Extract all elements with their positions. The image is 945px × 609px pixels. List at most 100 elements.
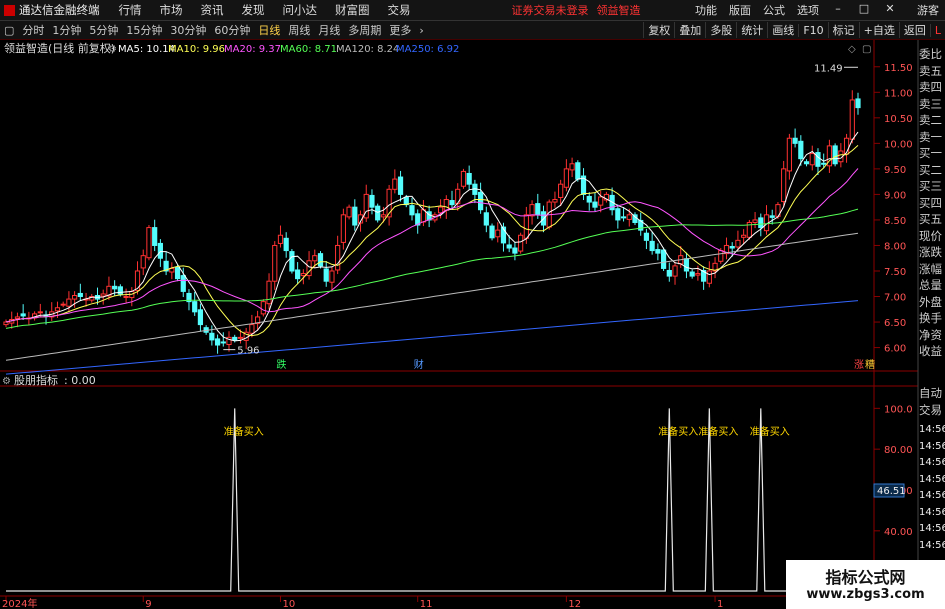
sub-settings-gear-icon[interactable]: ⚙	[2, 376, 11, 387]
sidebar-toggle-icon[interactable]: ▢	[4, 24, 14, 37]
tf-more[interactable]: 更多	[389, 22, 411, 38]
quote-side-item[interactable]: 现价	[919, 228, 945, 244]
trade-time: 14:56	[919, 424, 945, 435]
right-menu: 功能 版面 公式 选项 – □ ✕ 游客	[689, 2, 945, 18]
event-marker-fall[interactable]: 跌	[276, 358, 286, 371]
f10-button[interactable]: F10	[798, 23, 827, 37]
chart-area[interactable]: 领益智造(日线 前复权) ⚙ MA5: 10.14MA10: 9.96MA20:…	[0, 40, 945, 609]
x-tick-label: 10	[282, 599, 295, 609]
minimize-icon[interactable]: –	[831, 2, 845, 18]
candle-body	[569, 163, 575, 171]
user-label[interactable]: 游客	[917, 2, 939, 18]
overlay-button[interactable]: 叠加	[674, 22, 705, 38]
candle-body	[689, 271, 695, 277]
quote-side-item[interactable]: 卖二	[919, 112, 945, 128]
candle-body	[855, 98, 861, 109]
add-watchlist-button[interactable]: +自选	[858, 22, 899, 38]
maximize-icon[interactable]: □	[857, 2, 871, 18]
quote-side-item[interactable]: 外盘	[919, 294, 945, 310]
candle-body	[214, 338, 221, 346]
candle-body	[66, 298, 72, 307]
candle-body	[157, 242, 163, 259]
quote-side-item[interactable]: 买二	[919, 162, 945, 178]
menu-layout[interactable]: 版面	[729, 2, 751, 18]
watermark-url: www.zbgs3.com	[806, 587, 925, 602]
menu-item-sector[interactable]: 市场	[160, 2, 183, 18]
quote-side-item[interactable]: 卖三	[919, 96, 945, 112]
sub-indicator-value: : 0.00	[64, 374, 96, 387]
tf-daily[interactable]: 日线	[258, 22, 280, 38]
lower-side-item[interactable]: 交易	[919, 402, 945, 418]
close-icon[interactable]: ✕	[883, 2, 897, 18]
candle-body	[592, 201, 598, 208]
diamond-icon[interactable]: ◇	[848, 44, 856, 55]
menu-options[interactable]: 选项	[797, 2, 819, 18]
mark-button[interactable]: 标记	[827, 22, 859, 38]
menu-formula[interactable]: 公式	[763, 2, 785, 18]
chevron-right-icon[interactable]: ›	[419, 24, 423, 37]
candle-body	[180, 275, 186, 292]
quote-side-item[interactable]: 收益	[919, 343, 945, 359]
menu-item-assistant[interactable]: 问小达	[283, 2, 318, 18]
back-button[interactable]: 返回	[898, 22, 930, 38]
quote-side-item[interactable]: 涨跌	[919, 244, 945, 260]
login-warning[interactable]: 证券交易未登录	[512, 2, 589, 18]
quote-side-item[interactable]: 买三	[919, 178, 945, 194]
lower-side-item[interactable]: 自动	[919, 385, 945, 401]
candle-body	[209, 332, 215, 341]
quote-side-item[interactable]: 涨幅	[919, 261, 945, 277]
menu-item-news[interactable]: 资讯	[201, 2, 224, 18]
candle-body	[146, 227, 152, 259]
menu-item-wealth[interactable]: 财富圈	[335, 2, 370, 18]
candle-body	[134, 270, 141, 291]
tf-intraday[interactable]: 分时	[22, 22, 44, 38]
event-marker-rumor[interactable]: 糟	[865, 358, 875, 371]
quote-side-item[interactable]: 换手	[919, 310, 945, 326]
quote-side-item[interactable]: 总量	[919, 277, 945, 293]
candle-body	[266, 280, 272, 305]
quote-side-item[interactable]: 净资	[919, 327, 945, 343]
square-icon[interactable]: ▢	[862, 44, 871, 55]
tf-30min[interactable]: 30分钟	[170, 22, 206, 38]
tf-60min[interactable]: 60分钟	[214, 22, 250, 38]
settings-gear-icon[interactable]: ⚙	[108, 44, 117, 55]
event-marker-finance[interactable]: 财	[414, 358, 424, 371]
stats-button[interactable]: 统计	[736, 22, 767, 38]
quote-side-item[interactable]: 买一	[919, 145, 945, 161]
event-marker-rise[interactable]: 涨	[854, 359, 864, 371]
ma-legend-item: MA10: 9.96	[168, 44, 225, 55]
trade-time: 14:56	[919, 473, 945, 485]
quote-side-item[interactable]: 卖五	[919, 63, 945, 79]
tf-1min[interactable]: 1分钟	[52, 22, 81, 38]
y-tick-label: 8.00	[884, 241, 906, 252]
candle-body	[792, 137, 798, 144]
tf-15min[interactable]: 15分钟	[126, 22, 162, 38]
y-tick-label: 9.50	[884, 165, 906, 176]
menu-function[interactable]: 功能	[695, 2, 717, 18]
quote-side-item[interactable]: 委比	[919, 46, 945, 62]
adjust-button[interactable]: 复权	[643, 22, 674, 38]
buy-signal-label: 准备买入	[750, 425, 790, 438]
buy-signal-label: 准备买入	[658, 425, 698, 438]
tf-5min[interactable]: 5分钟	[89, 22, 118, 38]
tf-multi[interactable]: 多周期	[348, 22, 381, 38]
candle-body	[192, 301, 198, 313]
menu-item-trade[interactable]: 交易	[388, 2, 411, 18]
draw-line-button[interactable]: 画线	[767, 22, 798, 38]
level-indicator-icon: L	[929, 23, 945, 37]
app-logo-icon	[4, 4, 15, 16]
quote-side-item[interactable]: 卖四	[919, 79, 945, 95]
tf-monthly[interactable]: 月线	[318, 22, 340, 38]
multi-stock-button[interactable]: 多股	[705, 22, 736, 38]
quote-side-item[interactable]: 买四	[919, 195, 945, 211]
x-tick-label: 9	[145, 599, 151, 609]
menu-item-discover[interactable]: 发现	[242, 2, 265, 18]
tf-weekly[interactable]: 周线	[288, 22, 310, 38]
quote-side-item[interactable]: 买五	[919, 211, 945, 227]
quote-side-item[interactable]: 卖一	[919, 129, 945, 145]
candle-body	[260, 301, 266, 315]
menu-item-market[interactable]: 行情	[119, 2, 142, 18]
candle-body	[683, 258, 690, 272]
candle-body	[586, 195, 592, 203]
candle-body	[295, 269, 301, 280]
